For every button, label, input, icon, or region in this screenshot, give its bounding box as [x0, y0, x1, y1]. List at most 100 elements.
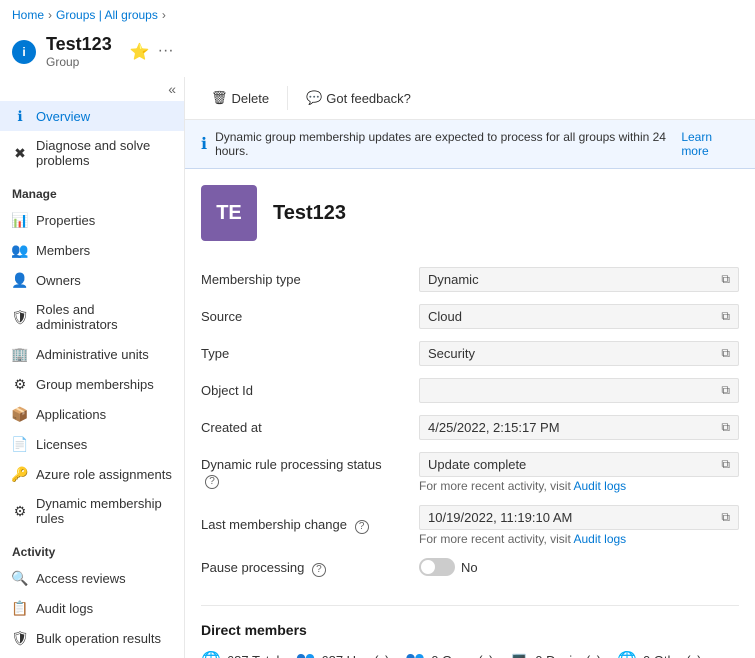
- pause-processing-info-icon: ?: [312, 563, 326, 577]
- sidebar-item-admin-units-label: Administrative units: [36, 347, 149, 362]
- prop-value-box-dynamic-status: Update complete ⧉: [419, 452, 739, 477]
- sidebar-item-applications[interactable]: 📦 Applications: [0, 399, 184, 429]
- sidebar-item-licenses[interactable]: 📄 Licenses: [0, 429, 184, 459]
- prop-label-pause-processing: Pause processing ?: [201, 552, 419, 585]
- sidebar-item-dynamic-rules-label: Dynamic membership rules: [36, 496, 172, 526]
- sidebar-item-audit-logs[interactable]: 📋 Audit logs: [0, 593, 184, 623]
- feedback-icon: 💬: [306, 90, 322, 106]
- copy-source-icon[interactable]: ⧉: [721, 309, 730, 324]
- audit-logs-link-2[interactable]: Audit logs: [573, 532, 626, 546]
- prop-value-last-membership: 10/19/2022, 11:19:10 AM: [428, 510, 572, 525]
- copy-object-id-icon[interactable]: ⧉: [721, 383, 730, 398]
- sidebar-item-members[interactable]: 👥 Members: [0, 235, 184, 265]
- sidebar-item-overview[interactable]: ℹ Overview: [0, 101, 184, 131]
- breadcrumb-home[interactable]: Home: [12, 8, 44, 22]
- prop-row-type: Type Security ⧉: [201, 335, 739, 372]
- dynamic-status-subtext: For more recent activity, visit Audit lo…: [419, 479, 739, 493]
- copy-created-at-icon[interactable]: ⧉: [721, 420, 730, 435]
- toolbar: 🗑 Delete 💬 Got feedback?: [185, 77, 755, 120]
- breadcrumb-groups[interactable]: Groups | All groups: [56, 8, 158, 22]
- toggle-switch[interactable]: [419, 558, 455, 576]
- sidebar-item-roles[interactable]: 🛡 Roles and administrators: [0, 295, 184, 339]
- stat-devices: 💻 0 Device(s): [509, 650, 601, 658]
- audit-logs-icon: 📋: [12, 600, 28, 616]
- sidebar-item-admin-units[interactable]: 🏢 Administrative units: [0, 339, 184, 369]
- prop-value-type: Security: [428, 346, 475, 361]
- copy-dynamic-status-icon[interactable]: ⧉: [721, 457, 730, 472]
- divider-1: [201, 605, 739, 606]
- copy-type-icon[interactable]: ⧉: [721, 346, 730, 361]
- toolbar-separator: [287, 86, 288, 110]
- prop-cell-type: Security ⧉: [419, 335, 739, 372]
- devices-icon: 💻: [509, 650, 529, 658]
- prop-value-box-created-at: 4/25/2022, 2:15:17 PM ⧉: [419, 415, 739, 440]
- pause-processing-toggle[interactable]: No: [419, 558, 478, 576]
- prop-row-pause-processing: Pause processing ? No: [201, 552, 739, 585]
- prop-cell-membership-type: Dynamic ⧉: [419, 261, 739, 298]
- prop-cell-pause-processing: No: [419, 552, 739, 585]
- learn-more-link[interactable]: Learn more: [681, 130, 739, 158]
- bulk-ops-icon: 🛡: [12, 630, 28, 646]
- dynamic-status-info-icon: ?: [205, 475, 219, 489]
- sidebar-item-roles-label: Roles and administrators: [36, 302, 172, 332]
- others-icon: 🌐: [617, 650, 637, 658]
- support-section-label: Troubleshooting + Support: [0, 653, 184, 658]
- feedback-button[interactable]: 💬 Got feedback?: [296, 85, 421, 111]
- stat-others: 🌐 0 Other(s): [617, 650, 701, 658]
- breadcrumb: Home › Groups | All groups ›: [0, 0, 755, 30]
- page-header: i Test123 Group ⭐ ···: [0, 30, 755, 77]
- sidebar-item-bulk-ops[interactable]: 🛡 Bulk operation results: [0, 623, 184, 653]
- prop-value-created-at: 4/25/2022, 2:15:17 PM: [428, 420, 560, 435]
- properties-icon: 📊: [12, 212, 28, 228]
- sidebar-item-owners[interactable]: 👤 Owners: [0, 265, 184, 295]
- prop-row-dynamic-status: Dynamic rule processing status ? Update …: [201, 446, 739, 499]
- info-banner-text: Dynamic group membership updates are exp…: [215, 130, 673, 158]
- stat-total: 🌐 687 Total: [201, 650, 279, 658]
- stat-total-value: 687 Total: [227, 653, 280, 658]
- sidebar-item-licenses-label: Licenses: [36, 437, 87, 452]
- more-options-icon[interactable]: ···: [158, 42, 174, 62]
- info-banner: ℹ Dynamic group membership updates are e…: [185, 120, 755, 169]
- prop-cell-created-at: 4/25/2022, 2:15:17 PM ⧉: [419, 409, 739, 446]
- licenses-icon: 📄: [12, 436, 28, 452]
- sidebar-item-audit-logs-label: Audit logs: [36, 601, 93, 616]
- sidebar-collapse-button[interactable]: «: [0, 77, 184, 101]
- sidebar-item-dynamic-rules[interactable]: ⚙ Dynamic membership rules: [0, 489, 184, 533]
- audit-logs-link-1[interactable]: Audit logs: [573, 479, 626, 493]
- owners-icon: 👤: [12, 272, 28, 288]
- members-stats: 🌐 687 Total 👥 687 User(s) 👥 0 Group(s) 💻…: [201, 650, 739, 658]
- sidebar-item-azure-roles-label: Azure role assignments: [36, 467, 172, 482]
- pause-processing-value: No: [461, 560, 478, 575]
- group-header: TE Test123: [201, 185, 739, 241]
- sidebar-item-group-memberships-label: Group memberships: [36, 377, 154, 392]
- prop-cell-source: Cloud ⧉: [419, 298, 739, 335]
- content-area: TE Test123 Membership type Dynamic ⧉: [185, 169, 755, 658]
- admin-units-icon: 🏢: [12, 346, 28, 362]
- copy-last-membership-icon[interactable]: ⧉: [721, 510, 730, 525]
- sidebar-item-access-reviews[interactable]: 🔍 Access reviews: [0, 563, 184, 593]
- pin-icon[interactable]: ⭐: [130, 42, 150, 62]
- info-banner-icon: ℹ: [201, 134, 207, 154]
- feedback-label: Got feedback?: [326, 91, 411, 106]
- sidebar-item-properties[interactable]: 📊 Properties: [0, 205, 184, 235]
- delete-icon: 🗑: [211, 90, 228, 106]
- activity-section-label: Activity: [0, 533, 184, 563]
- last-membership-info-icon: ?: [355, 520, 369, 534]
- prop-label-created-at: Created at: [201, 409, 419, 446]
- properties-table: Membership type Dynamic ⧉ Source: [201, 261, 739, 585]
- delete-button[interactable]: 🗑 Delete: [201, 85, 279, 111]
- copy-membership-type-icon[interactable]: ⧉: [721, 272, 730, 287]
- prop-value-membership-type: Dynamic: [428, 272, 479, 287]
- sidebar-item-group-memberships[interactable]: ⚙ Group memberships: [0, 369, 184, 399]
- groups-icon: 👥: [405, 650, 425, 658]
- prop-cell-dynamic-status: Update complete ⧉ For more recent activi…: [419, 446, 739, 499]
- users-icon: 👥: [295, 650, 315, 658]
- sidebar-item-applications-label: Applications: [36, 407, 106, 422]
- main-content: 🗑 Delete 💬 Got feedback? ℹ Dynamic group…: [185, 77, 755, 658]
- sidebar-item-azure-roles[interactable]: 🔑 Azure role assignments: [0, 459, 184, 489]
- header-actions: ⭐ ···: [130, 42, 174, 62]
- sidebar-item-diagnose[interactable]: ✖ Diagnose and solve problems: [0, 131, 184, 175]
- direct-members-title: Direct members: [201, 622, 739, 638]
- prop-value-box-last-membership: 10/19/2022, 11:19:10 AM ⧉: [419, 505, 739, 530]
- sidebar-item-members-label: Members: [36, 243, 90, 258]
